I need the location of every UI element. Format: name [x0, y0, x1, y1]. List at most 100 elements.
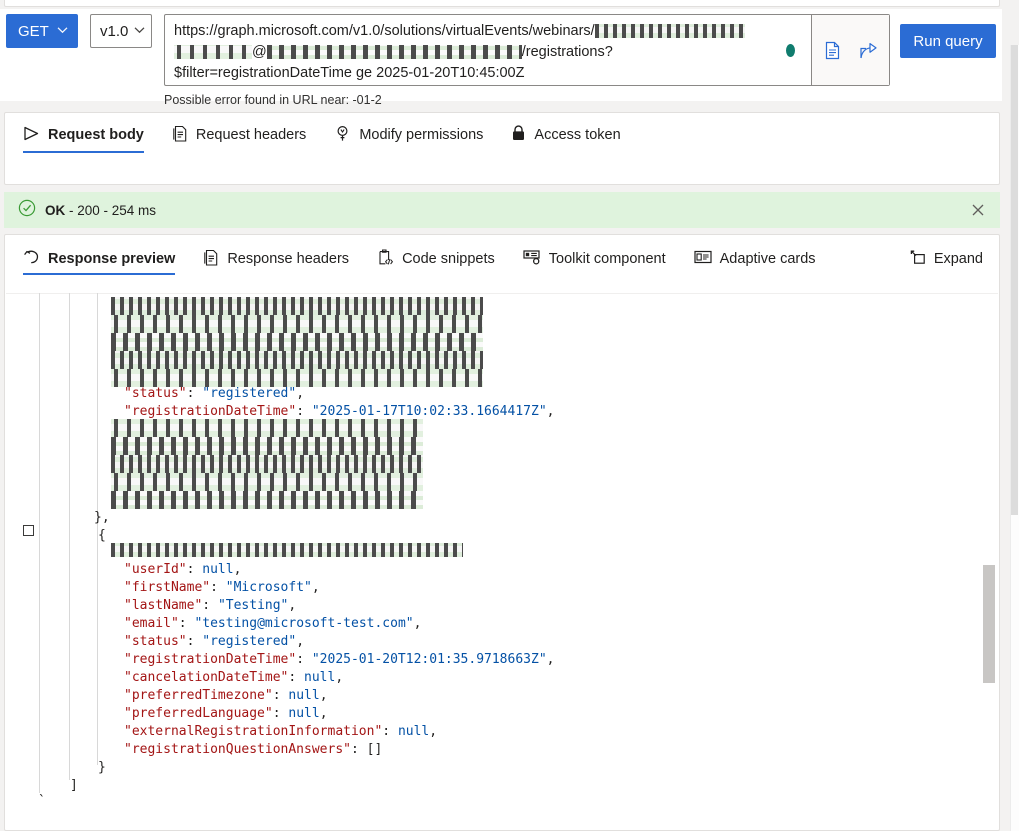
response-tabstrip: Response preview Response headers Code s…	[5, 235, 999, 283]
status-duration: 254 ms	[111, 202, 157, 218]
json-code-block: "status": "registered", "registrationDate…	[6, 293, 998, 829]
url-suffix: /registrations?	[521, 44, 613, 60]
url-at-sign: @	[252, 44, 267, 60]
share-icon[interactable]	[858, 39, 880, 61]
tab-code-snippets[interactable]: Code snippets	[363, 237, 509, 281]
json-value: "registered"	[202, 386, 297, 401]
json-key: "registrationDateTime"	[124, 652, 297, 667]
tab-modify-permissions[interactable]: Modify permissions	[320, 113, 497, 157]
expand-label: Expand	[933, 251, 983, 267]
url-line-2: @ /registrations?	[174, 42, 801, 63]
url-error-message: Possible error found in URL near: -01-2	[164, 93, 382, 107]
document-icon[interactable]	[822, 39, 844, 61]
editor-scrollbar[interactable]	[983, 293, 995, 829]
api-version-label: v1.0	[100, 22, 129, 40]
api-version-dropdown[interactable]: v1.0	[90, 14, 152, 48]
run-query-button[interactable]: Run query	[900, 24, 996, 58]
json-colon: :	[210, 580, 226, 595]
json-value: "Testing"	[217, 598, 289, 613]
redacted-text-block	[111, 419, 423, 437]
json-value: []	[366, 742, 383, 757]
json-colon: :	[288, 670, 305, 685]
json-value: null	[202, 562, 234, 577]
tab-adaptive-cards[interactable]: Adaptive cards	[680, 237, 830, 281]
json-value: null	[304, 670, 336, 685]
json-value: "Microsoft"	[225, 580, 312, 595]
json-comma: ,	[311, 580, 320, 595]
json-value: "2025-01-17T10:02:33.1664417Z"	[311, 404, 547, 419]
redacted-text-block	[111, 315, 483, 333]
json-line: ]	[70, 777, 78, 795]
json-line: "registrationQuestionAnswers": []	[124, 741, 382, 759]
status-sep-2: -	[99, 202, 112, 218]
url-line-3: $filter=registrationDateTime ge 2025-01-…	[174, 65, 525, 81]
expand-button[interactable]: Expand	[909, 235, 983, 283]
http-method-dropdown[interactable]: GET	[6, 14, 78, 48]
tab-label: Toolkit component	[548, 251, 666, 267]
json-value: null	[397, 724, 430, 739]
response-status-bar: OK - 200 - 254 ms	[4, 192, 1000, 228]
tab-access-token[interactable]: Access token	[497, 113, 634, 157]
json-value: "registered"	[202, 634, 297, 649]
json-key: "externalRegistrationInformation"	[124, 724, 383, 739]
url-input[interactable]: https://graph.microsoft.com/v1.0/solutio…	[165, 15, 811, 85]
json-key: "lastName"	[124, 598, 203, 613]
json-comma: ,	[546, 652, 555, 667]
response-preview-editor[interactable]: "status": "registered", "registrationDate…	[6, 293, 998, 829]
json-key: "status"	[124, 634, 187, 649]
json-comma: ,	[319, 706, 328, 721]
response-panel: Response preview Response headers Code s…	[4, 234, 1000, 831]
json-key: "status"	[124, 386, 187, 401]
url-status-dot	[786, 44, 795, 57]
json-line: {	[98, 527, 106, 545]
json-colon: :	[202, 598, 218, 613]
code-clipboard-icon	[377, 248, 394, 270]
lock-icon	[511, 124, 526, 146]
json-value: "2025-01-20T12:01:35.9718663Z"	[311, 652, 547, 667]
json-punctuation: ]	[70, 778, 78, 793]
tab-request-body[interactable]: Request body	[19, 113, 158, 157]
status-code-label: OK	[45, 202, 66, 218]
url-action-buttons	[811, 15, 889, 85]
panel-top-sliver	[4, 0, 1000, 7]
json-punctuation: `	[38, 794, 46, 809]
tab-label: Response headers	[227, 251, 350, 267]
send-triangle-icon	[23, 126, 40, 145]
json-line: "lastName": "Testing",	[124, 597, 296, 615]
json-value: "testing@microsoft-test.com"	[194, 616, 414, 631]
json-comma: ,	[429, 724, 438, 739]
json-comma: ,	[288, 598, 297, 613]
editor-scrollbar-thumb[interactable]	[983, 565, 995, 683]
redacted-text-block	[111, 473, 423, 491]
json-key: "userId"	[124, 562, 187, 577]
checkmark-circle-icon	[18, 199, 36, 222]
status-message: OK - 200 - 254 ms	[45, 203, 156, 218]
json-comma: ,	[335, 670, 344, 685]
close-icon[interactable]	[970, 202, 986, 218]
redacted-webinar-id	[594, 24, 745, 38]
json-colon: :	[178, 616, 195, 631]
redacted-text-block	[111, 297, 483, 315]
json-line: "userId": null,	[124, 561, 241, 579]
tab-request-headers[interactable]: Request headers	[158, 113, 320, 157]
json-line: "status": "registered",	[124, 633, 304, 651]
json-colon: :	[186, 634, 203, 649]
json-colon: :	[350, 742, 367, 757]
json-value: null	[288, 706, 320, 721]
url-input-container[interactable]: https://graph.microsoft.com/v1.0/solutio…	[164, 14, 890, 86]
tab-response-headers[interactable]: Response headers	[189, 237, 363, 281]
request-panel: Request body Request headers Modify perm…	[4, 112, 1000, 185]
json-comma: ,	[319, 688, 328, 703]
graph-explorer-page: GET v1.0 https://graph.microsoft.com/v1.…	[0, 0, 1019, 831]
redacted-text-block	[111, 437, 423, 455]
json-key: "cancelationDateTime"	[124, 670, 289, 685]
json-line: "cancelationDateTime": null,	[124, 669, 343, 687]
key-permission-icon	[334, 125, 351, 146]
tab-toolkit-component[interactable]: Toolkit component	[509, 237, 680, 281]
json-colon: :	[186, 562, 203, 577]
tab-response-preview[interactable]: Response preview	[19, 237, 189, 281]
page-scrollbar-thumb[interactable]	[1011, 45, 1018, 515]
json-colon: :	[382, 724, 398, 739]
chevron-down-icon	[134, 25, 145, 37]
json-comma: ,	[413, 616, 422, 631]
